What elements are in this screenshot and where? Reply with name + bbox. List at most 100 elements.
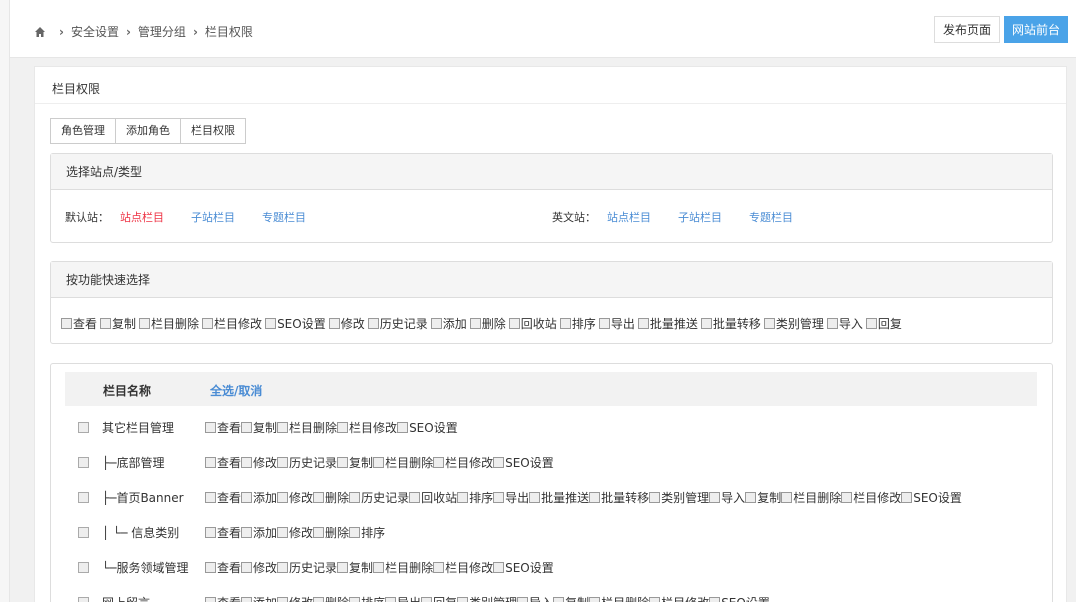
website-front-button[interactable]: 网站前台: [1004, 16, 1068, 43]
permission-option[interactable]: 栏目删除: [373, 454, 433, 471]
checkbox[interactable]: [901, 491, 913, 503]
permission-option[interactable]: 复制: [745, 489, 781, 506]
checkbox[interactable]: [433, 561, 445, 573]
checkbox[interactable]: [367, 318, 379, 329]
checkbox[interactable]: [277, 596, 289, 602]
checkbox[interactable]: [700, 318, 712, 329]
checkbox[interactable]: [205, 421, 216, 433]
quick-select-option[interactable]: 查看: [61, 315, 97, 332]
checkbox[interactable]: [649, 491, 661, 503]
checkbox[interactable]: [313, 596, 325, 602]
checkbox[interactable]: [409, 491, 421, 503]
tab-add-role[interactable]: 添加角色: [116, 118, 181, 144]
permission-option[interactable]: 批量转移: [589, 489, 649, 506]
checkbox[interactable]: [349, 596, 361, 602]
quick-select-option[interactable]: 删除: [469, 315, 506, 332]
checkbox[interactable]: [469, 318, 481, 329]
breadcrumb-item-groups[interactable]: 管理分组: [138, 23, 186, 40]
permission-option[interactable]: 栏目删除: [589, 594, 649, 602]
permission-option[interactable]: 回收站: [409, 489, 457, 506]
checkbox[interactable]: [349, 491, 361, 503]
publish-page-button[interactable]: 发布页面: [934, 16, 1000, 43]
permission-option[interactable]: 修改: [241, 454, 277, 471]
checkbox[interactable]: [637, 318, 649, 329]
checkbox[interactable]: [277, 456, 289, 468]
permission-option[interactable]: 查看: [205, 489, 241, 506]
permission-option[interactable]: 查看: [205, 419, 241, 436]
permission-option[interactable]: 添加: [241, 594, 277, 602]
permission-option[interactable]: 类别管理: [457, 594, 517, 602]
quick-select-option[interactable]: 批量推送: [637, 315, 698, 332]
permission-option[interactable]: 添加: [241, 524, 277, 541]
permission-option[interactable]: 删除: [313, 489, 349, 506]
home-icon[interactable]: [34, 26, 46, 38]
checkbox[interactable]: [205, 491, 216, 503]
permission-option[interactable]: 回复: [421, 594, 457, 602]
checkbox[interactable]: [433, 456, 445, 468]
permission-option[interactable]: 栏目修改: [337, 419, 397, 436]
permission-option[interactable]: 修改: [277, 594, 313, 602]
permission-option[interactable]: SEO设置: [901, 489, 962, 506]
checkbox[interactable]: [277, 561, 289, 573]
quick-select-option[interactable]: 栏目删除: [139, 315, 199, 332]
permission-option[interactable]: 复制: [337, 559, 373, 576]
permission-option[interactable]: 历史记录: [277, 559, 337, 576]
permission-option[interactable]: 排序: [349, 524, 385, 541]
quick-select-option[interactable]: 导入: [826, 315, 863, 332]
permission-option[interactable]: SEO设置: [397, 419, 458, 436]
permission-option[interactable]: 栏目修改: [433, 454, 493, 471]
checkbox[interactable]: [553, 596, 565, 602]
checkbox[interactable]: [241, 526, 253, 538]
checkbox[interactable]: [529, 491, 541, 503]
permission-option[interactable]: SEO设置: [493, 559, 554, 576]
permission-option[interactable]: 修改: [277, 489, 313, 506]
tab-column-permissions[interactable]: 栏目权限: [181, 118, 246, 144]
quick-select-option[interactable]: 栏目修改: [202, 315, 262, 332]
checkbox[interactable]: [493, 491, 505, 503]
permission-option[interactable]: 查看: [205, 524, 241, 541]
checkbox[interactable]: [205, 561, 216, 573]
checkbox[interactable]: [598, 318, 610, 329]
checkbox[interactable]: [457, 596, 469, 602]
checkbox[interactable]: [385, 596, 397, 602]
permission-option[interactable]: SEO设置: [709, 594, 770, 602]
permission-option[interactable]: 添加: [241, 489, 277, 506]
checkbox[interactable]: [781, 491, 793, 503]
permission-option[interactable]: 修改: [241, 559, 277, 576]
permission-option[interactable]: 导出: [385, 594, 421, 602]
checkbox[interactable]: [337, 456, 349, 468]
row-checkbox[interactable]: [78, 421, 89, 433]
quick-select-option[interactable]: 排序: [559, 315, 596, 332]
select-all-toggle[interactable]: 全选/取消: [210, 382, 262, 399]
checkbox[interactable]: [745, 491, 757, 503]
quick-select-option[interactable]: SEO设置: [265, 315, 326, 332]
checkbox[interactable]: [493, 561, 505, 573]
checkbox[interactable]: [313, 491, 325, 503]
tab-role-management[interactable]: 角色管理: [50, 118, 116, 144]
permission-option[interactable]: 复制: [337, 454, 373, 471]
checkbox[interactable]: [421, 596, 433, 602]
permission-option[interactable]: 排序: [457, 489, 493, 506]
quick-select-option[interactable]: 类别管理: [763, 315, 824, 332]
checkbox[interactable]: [841, 491, 853, 503]
row-checkbox[interactable]: [78, 596, 89, 602]
permission-option[interactable]: 查看: [205, 559, 241, 576]
row-checkbox[interactable]: [78, 526, 89, 538]
quick-select-option[interactable]: 回复: [865, 315, 902, 332]
site-link-topic-columns[interactable]: 专题栏目: [262, 209, 306, 225]
checkbox[interactable]: [508, 318, 520, 329]
permission-option[interactable]: 删除: [313, 524, 349, 541]
checkbox[interactable]: [589, 491, 601, 503]
checkbox[interactable]: [241, 596, 253, 602]
cancel-link[interactable]: 取消: [238, 384, 262, 398]
site-link-station-columns[interactable]: 站点栏目: [607, 209, 651, 225]
permission-option[interactable]: 批量推送: [529, 489, 589, 506]
checkbox[interactable]: [205, 596, 216, 602]
quick-select-option[interactable]: 历史记录: [367, 315, 428, 332]
quick-select-option[interactable]: 添加: [430, 315, 467, 332]
quick-select-option[interactable]: 批量转移: [700, 315, 761, 332]
permission-option[interactable]: 删除: [313, 594, 349, 602]
permission-option[interactable]: 查看: [205, 454, 241, 471]
permission-option[interactable]: 导入: [517, 594, 553, 602]
permission-option[interactable]: 修改: [277, 524, 313, 541]
